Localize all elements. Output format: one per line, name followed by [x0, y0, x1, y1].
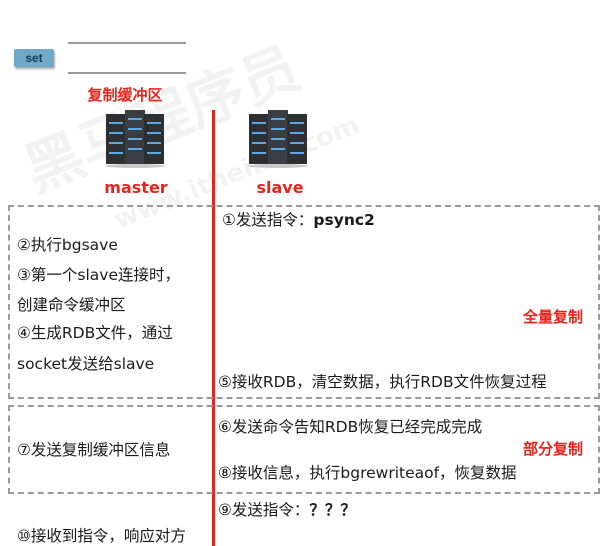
master-label: master: [104, 178, 168, 197]
master-step-3: ③第一个slave连接时，: [17, 266, 180, 284]
master-server-icon: [105, 110, 165, 168]
slave-server-icon: [248, 110, 308, 168]
replication-buffer-label: 复制缓冲区: [87, 86, 163, 104]
slave-step-9: ⑨发送指令：？？？: [218, 500, 356, 520]
master-step-3-cont: 创建命令缓冲区: [17, 296, 126, 314]
slave-label: slave: [256, 178, 304, 197]
master-step-7: ⑦发送复制缓冲区信息: [17, 441, 171, 459]
slave-step-6: ⑥发送命令告知RDB恢复已经完成完成: [218, 418, 483, 436]
slave-step-1: ①发送指令：psync2: [222, 210, 375, 230]
set-command-badge: set: [14, 49, 54, 67]
slave-step-1-text: ①发送指令：: [222, 211, 314, 229]
slave-step-8: ⑧接收信息，执行bgrewriteaof，恢复数据: [218, 464, 517, 482]
master-step-2: ②执行bgsave: [17, 236, 118, 254]
full-sync-label: 全量复制: [523, 308, 584, 326]
buffer-line-bottom: [68, 72, 186, 74]
slave-step-9-text: ⑨发送指令：: [218, 501, 310, 519]
master-step-4: ④生成RDB文件，通过: [17, 324, 173, 342]
buffer-line-top: [68, 42, 186, 44]
master-step-4-cont: socket发送给slave: [17, 355, 155, 373]
partial-sync-label: 部分复制: [523, 440, 584, 458]
master-step-10: ⑩接收到指令，响应对方: [17, 527, 186, 545]
slave-step-9-cmd: ？？？: [309, 501, 356, 519]
slave-step-5: ⑤接收RDB，清空数据，执行RDB文件恢复过程: [218, 373, 547, 391]
slave-step-1-cmd: psync2: [313, 211, 375, 229]
